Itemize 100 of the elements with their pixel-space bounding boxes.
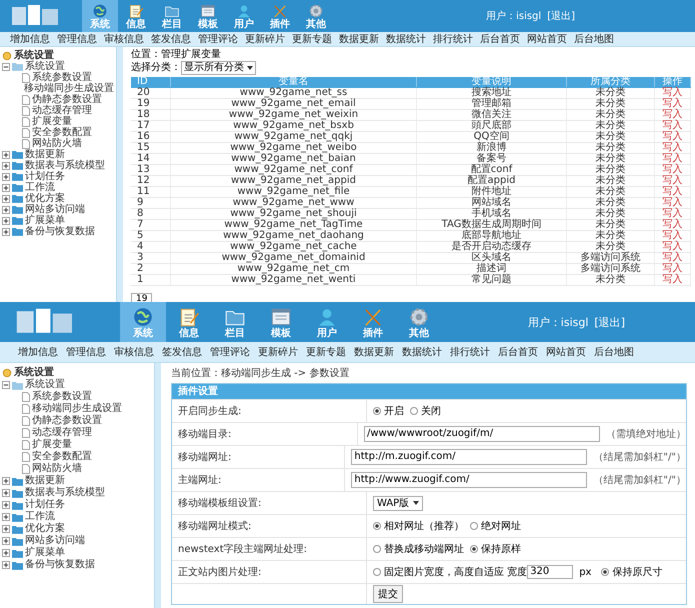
input-field[interactable]: http://m.zuogif.com/	[351, 449, 588, 465]
write-link[interactable]: 写入	[655, 231, 691, 241]
menu-item[interactable]: 更新碎片	[245, 32, 285, 46]
expand-icon[interactable]	[2, 561, 10, 569]
menu-item[interactable]: 网站首页	[527, 32, 567, 46]
tree-item[interactable]: 数据表与系统模型	[25, 160, 105, 171]
nav-tab[interactable]: 模板	[258, 302, 304, 342]
radio-button[interactable]	[410, 407, 418, 415]
input-field[interactable]: /www/wwwroot/zuogif/m/	[364, 426, 600, 442]
logout-link[interactable]: [退出]	[594, 314, 625, 330]
menu-item[interactable]: 后台首页	[480, 32, 520, 46]
menu-item[interactable]: 管理信息	[66, 345, 106, 359]
menu-item[interactable]: 签发信息	[151, 32, 191, 46]
write-link[interactable]: 写入	[655, 253, 691, 263]
expand-icon[interactable]	[2, 172, 10, 180]
write-link[interactable]: 写入	[655, 154, 691, 164]
expand-icon[interactable]	[2, 184, 10, 192]
tree-item[interactable]: 计划任务	[25, 171, 65, 182]
collapse-icon[interactable]	[2, 381, 10, 389]
menu-item[interactable]: 更新专题	[306, 345, 346, 359]
menu-item[interactable]: 数据更新	[339, 32, 379, 46]
tree-item[interactable]: 伪静态参数设置	[32, 415, 102, 427]
menu-item[interactable]: 增加信息	[18, 345, 58, 359]
expand-icon[interactable]	[2, 489, 10, 497]
menu-item[interactable]: 数据更新	[354, 345, 394, 359]
menu-item[interactable]: 审核信息	[104, 32, 144, 46]
write-link[interactable]: 写入	[655, 220, 691, 230]
tree-item[interactable]: 安全参数配置	[32, 127, 92, 138]
tree-item[interactable]: 网站防火墙	[32, 463, 82, 475]
menu-item[interactable]: 网站首页	[546, 345, 586, 359]
tree-item[interactable]: 扩展菜单	[25, 215, 65, 226]
tree-item[interactable]: 网站多访问端	[25, 204, 85, 215]
write-link[interactable]: 写入	[655, 88, 691, 98]
write-link[interactable]: 写入	[655, 132, 691, 142]
tree-item[interactable]: 备份与恢复数据	[25, 559, 95, 571]
tree-item[interactable]: 数据更新	[25, 475, 65, 487]
collapse-icon[interactable]	[2, 62, 10, 70]
expand-icon[interactable]	[2, 216, 10, 224]
tree-item[interactable]: 动态缓存管理	[32, 427, 92, 439]
write-link[interactable]: 写入	[655, 242, 691, 252]
write-link[interactable]: 写入	[655, 99, 691, 109]
menu-item[interactable]: 管理评论	[210, 345, 250, 359]
tree-item[interactable]: 网站多访问端	[25, 535, 85, 547]
tree-item[interactable]: 系统参数设置	[32, 391, 92, 403]
tree-item[interactable]: 网站防火墙	[32, 138, 82, 149]
template-select[interactable]: WAP版	[373, 496, 424, 510]
menu-item[interactable]: 后台首页	[498, 345, 538, 359]
expand-icon[interactable]	[2, 549, 10, 557]
expand-icon[interactable]	[2, 194, 10, 202]
logout-link[interactable]: [退出]	[547, 9, 575, 23]
menu-item[interactable]: 更新碎片	[258, 345, 298, 359]
tree-item[interactable]: 扩展菜单	[25, 547, 65, 559]
write-link[interactable]: 写入	[655, 209, 691, 219]
tree-item[interactable]: 计划任务	[25, 499, 65, 511]
expand-icon[interactable]	[2, 162, 10, 170]
radio-button[interactable]	[470, 522, 478, 530]
write-link[interactable]: 写入	[655, 143, 691, 153]
expand-icon[interactable]	[2, 477, 10, 485]
tree-item[interactable]: 移动端同步生成设置	[24, 83, 114, 94]
radio-button[interactable]	[470, 545, 478, 553]
tree-item[interactable]: 备份与恢复数据	[25, 226, 95, 237]
menu-item[interactable]: 后台地图	[594, 345, 634, 359]
input-field[interactable]: http://www.zuogif.com/	[351, 472, 588, 488]
tree-item[interactable]: 工作流	[25, 182, 55, 193]
write-link[interactable]: 写入	[655, 187, 691, 197]
nav-tab[interactable]: 信息	[118, 0, 154, 32]
submit-button[interactable]: 提交	[373, 585, 403, 603]
expand-icon[interactable]	[2, 150, 10, 158]
tree-item[interactable]: 系统设置	[25, 61, 65, 72]
write-link[interactable]: 写入	[655, 198, 691, 208]
menu-item[interactable]: 管理评论	[198, 32, 238, 46]
nav-tab[interactable]: 用户	[304, 302, 350, 342]
radio-button[interactable]	[373, 568, 381, 576]
nav-tab[interactable]: 栏目	[212, 302, 258, 342]
nav-tab[interactable]: 其他	[396, 302, 442, 342]
tree-item[interactable]: 移动端同步生成设置	[32, 403, 122, 415]
menu-item[interactable]: 数据统计	[386, 32, 426, 46]
tree-item[interactable]: 数据更新	[25, 149, 65, 160]
radio-button[interactable]	[601, 568, 610, 576]
tree-item[interactable]: 扩展变量	[32, 116, 72, 127]
tree-item[interactable]: 伪静态参数设置	[32, 94, 102, 105]
tree-item[interactable]: 工作流	[25, 511, 55, 523]
radio-button[interactable]	[373, 407, 381, 415]
tree-item[interactable]: 优化方案	[25, 193, 65, 204]
tree-item[interactable]: 动态缓存管理	[32, 105, 92, 116]
menu-item[interactable]: 排行统计	[450, 345, 490, 359]
menu-item[interactable]: 管理信息	[57, 32, 97, 46]
write-link[interactable]: 写入	[655, 165, 691, 175]
write-link[interactable]: 写入	[655, 110, 691, 120]
tree-item[interactable]: 数据表与系统模型	[25, 487, 105, 499]
radio-button[interactable]	[373, 545, 381, 553]
category-select[interactable]: 显示所有分类	[181, 61, 256, 75]
write-link[interactable]: 写入	[655, 264, 691, 274]
menu-item[interactable]: 后台地图	[574, 32, 614, 46]
tree-item[interactable]: 系统参数设置	[32, 72, 92, 83]
expand-icon[interactable]	[2, 206, 10, 214]
menu-item[interactable]: 签发信息	[162, 345, 202, 359]
expand-icon[interactable]	[2, 513, 10, 521]
tree-item[interactable]: 安全参数配置	[32, 451, 92, 463]
nav-tab[interactable]: 插件	[262, 0, 298, 32]
